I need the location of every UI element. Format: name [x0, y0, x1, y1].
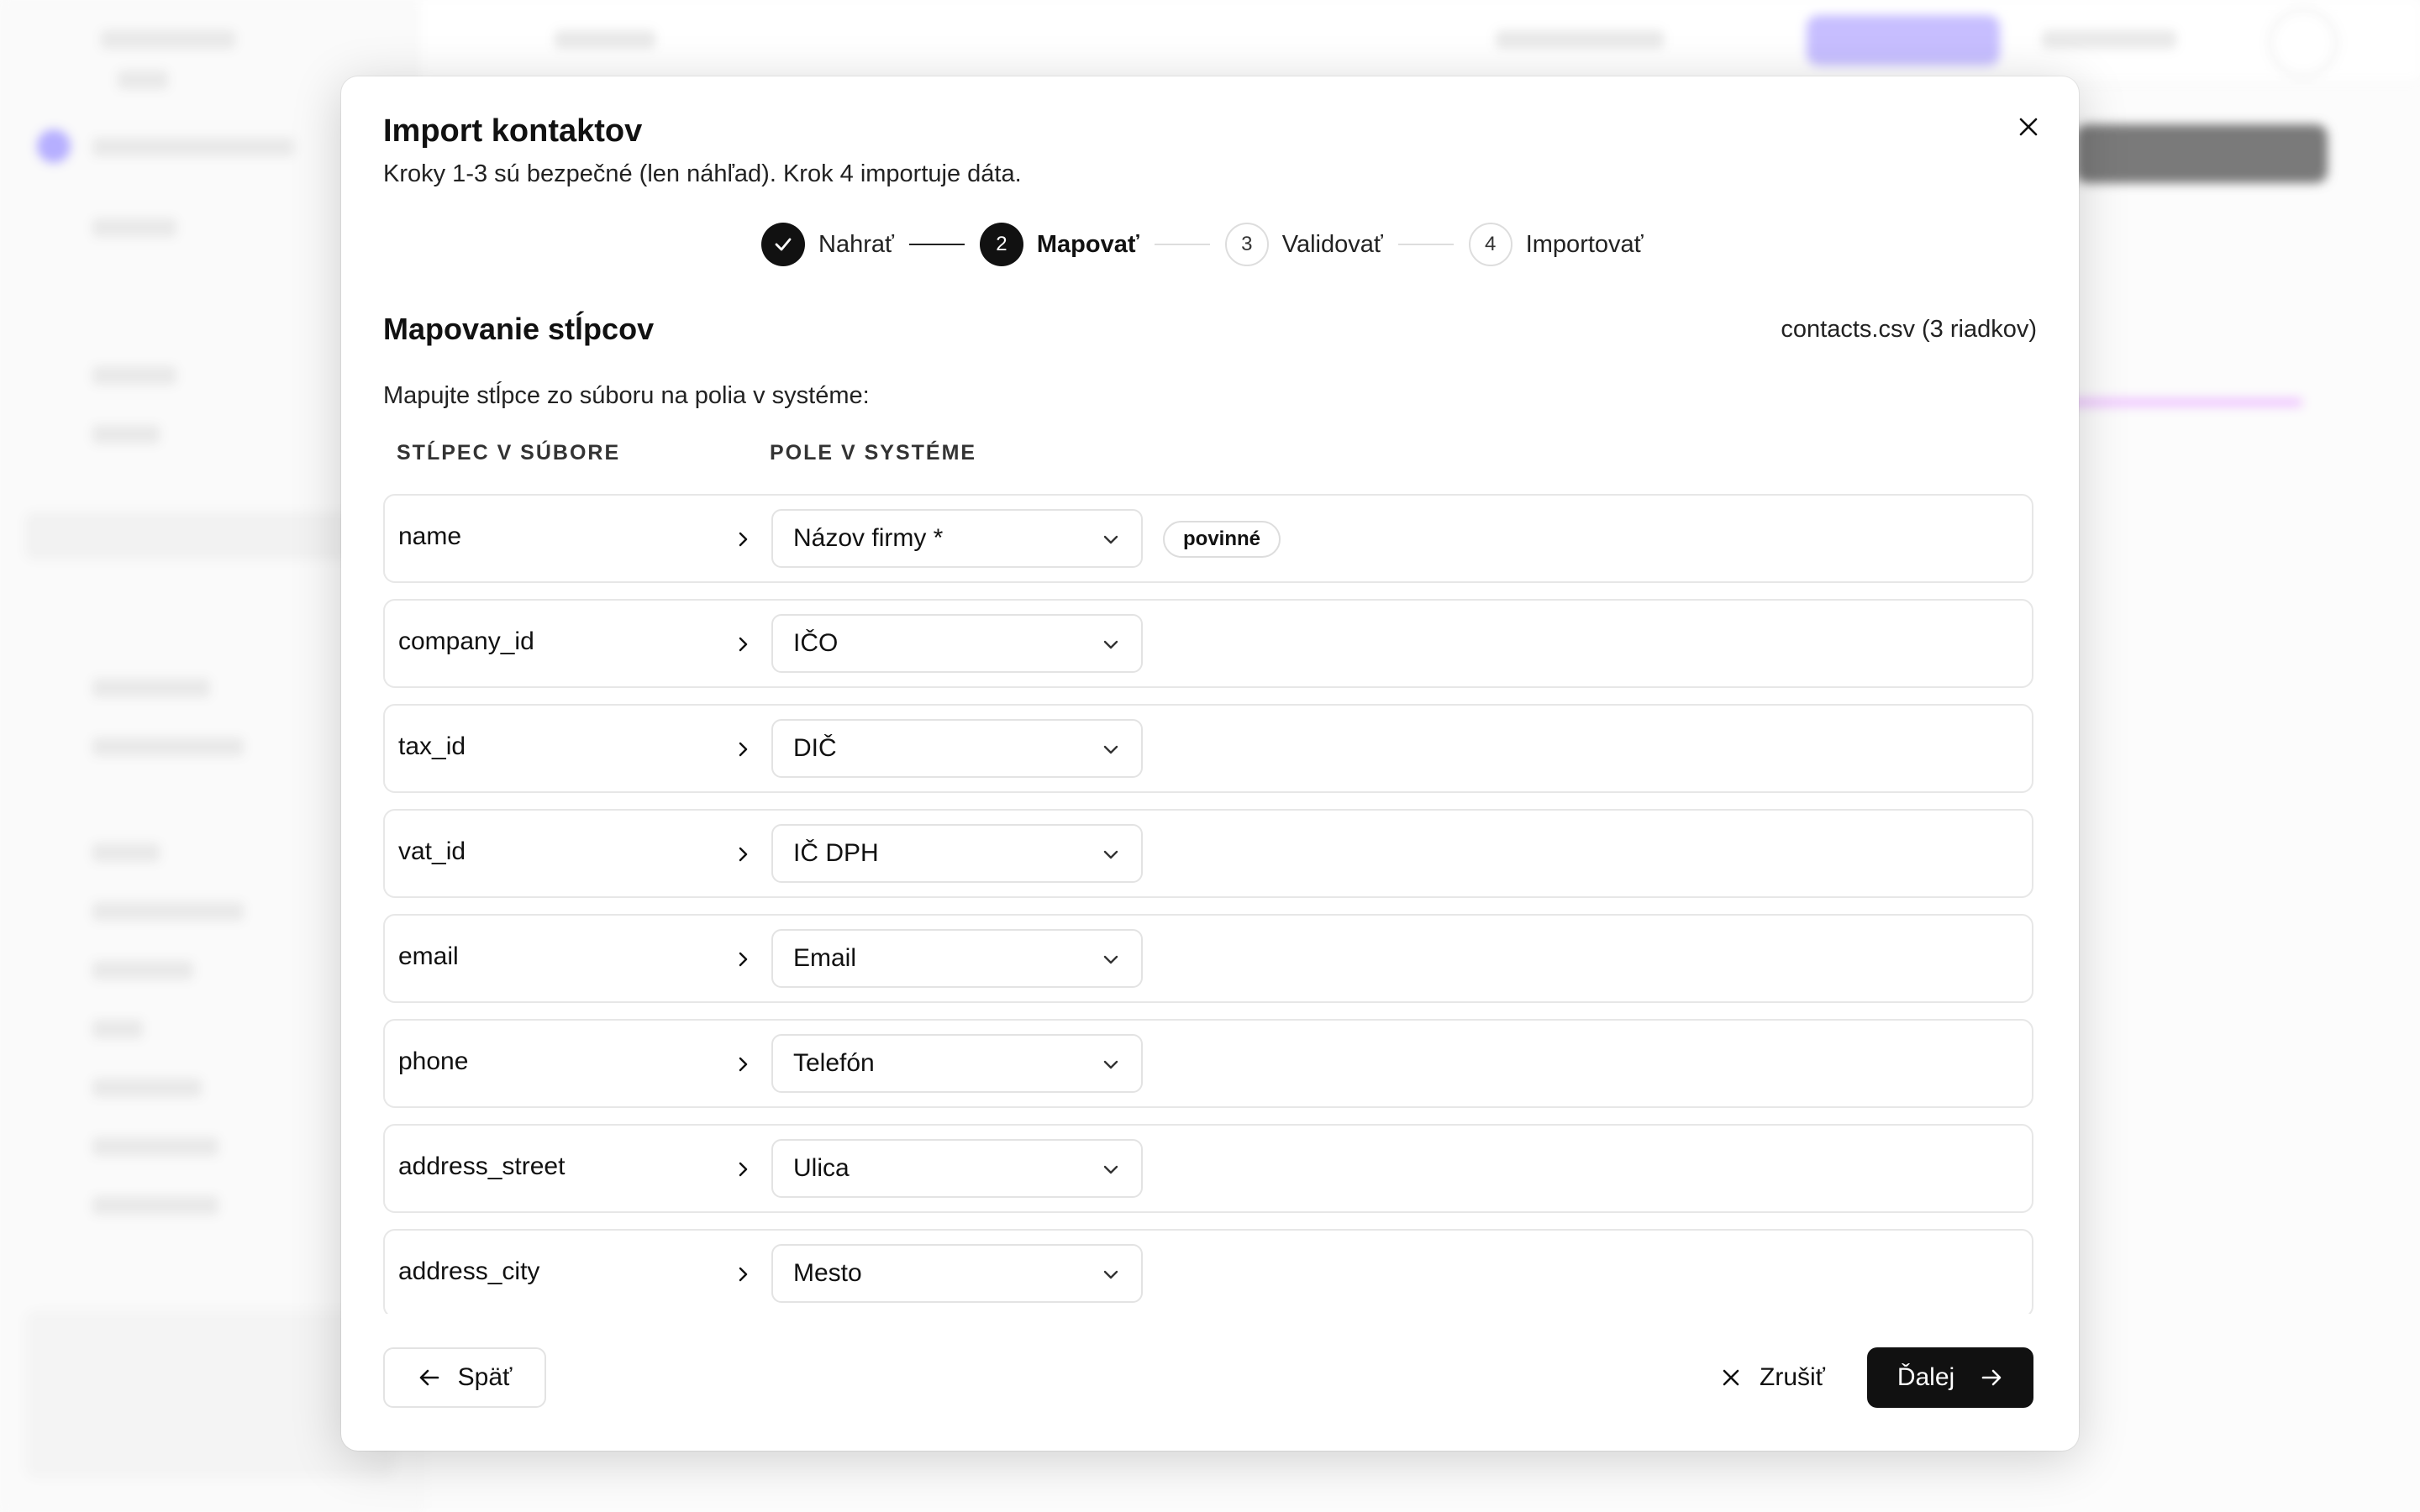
mapping-list[interactable]: name Názov firmy * povinné company_id IČ… — [383, 494, 2033, 1314]
step-divider — [1154, 244, 1210, 245]
close-button[interactable] — [2012, 110, 2045, 144]
arrow-right-icon — [1981, 1369, 2002, 1386]
modal-title: Import kontaktov — [383, 113, 643, 149]
select-value: IČ DPH — [793, 839, 879, 867]
select-value: Mesto — [793, 1259, 862, 1287]
step-label: Mapovať — [1036, 230, 1139, 258]
source-column-name: email — [398, 942, 459, 970]
chevron-down-icon — [1103, 1060, 1118, 1069]
close-icon — [2019, 118, 2038, 136]
check-icon — [775, 238, 792, 251]
next-button-label: Ďalej — [1897, 1363, 1955, 1391]
step-divider — [1397, 244, 1454, 245]
target-field-select[interactable]: IČO — [771, 614, 1143, 673]
select-value: Telefón — [793, 1049, 875, 1077]
step-label: Validovať — [1281, 230, 1383, 258]
mapping-row: company_id IČO — [383, 599, 2033, 688]
step-label: Nahrať — [818, 230, 894, 258]
source-column-name: name — [398, 522, 462, 550]
step-divider — [908, 244, 965, 245]
mapping-row: tax_id DIČ — [383, 704, 2033, 793]
required-badge: povinné — [1163, 521, 1281, 558]
target-field-select[interactable]: Telefón — [771, 1034, 1143, 1093]
stepper: Nahrať 2 Mapovať 3 Validovať 4 Importova… — [761, 219, 1644, 270]
step-upload: Nahrať — [761, 223, 894, 266]
source-column-name: address_street — [398, 1152, 566, 1180]
chevron-right-icon — [729, 526, 756, 553]
step-map: 2 Mapovať — [979, 223, 1139, 266]
select-value: Ulica — [793, 1154, 850, 1182]
chevron-down-icon — [1103, 1270, 1118, 1279]
mapping-row: email Email — [383, 914, 2033, 1003]
step-number: 4 — [1468, 223, 1512, 266]
chevron-down-icon — [1103, 535, 1118, 544]
chevron-right-icon — [729, 1261, 756, 1288]
mapping-row: name Názov firmy * povinné — [383, 494, 2033, 583]
chevron-down-icon — [1103, 850, 1118, 859]
target-field-select[interactable]: Mesto — [771, 1244, 1143, 1303]
step-number: 2 — [979, 223, 1023, 266]
mapping-row: address_street Ulica — [383, 1124, 2033, 1213]
step-done-circle — [761, 223, 805, 266]
modal-subtitle: Kroky 1-3 sú bezpečné (len náhľad). Krok… — [383, 160, 1022, 187]
select-value: IČO — [793, 629, 839, 657]
target-field-select[interactable]: IČ DPH — [771, 824, 1143, 883]
chevron-down-icon — [1103, 1165, 1118, 1174]
chevron-down-icon — [1103, 955, 1118, 964]
step-import: 4 Importovať — [1468, 223, 1644, 266]
file-info: contacts.csv (3 riadkov) — [1781, 316, 2037, 343]
target-field-select[interactable]: DIČ — [771, 719, 1143, 778]
arrow-left-icon — [419, 1369, 439, 1386]
back-button-label: Späť — [457, 1363, 513, 1391]
cancel-button[interactable]: Zrušiť — [1704, 1347, 1842, 1408]
chevron-right-icon — [729, 946, 756, 973]
source-column-name: tax_id — [398, 732, 466, 760]
mapping-row: phone Telefón — [383, 1019, 2033, 1108]
chevron-right-icon — [729, 1156, 756, 1183]
chevron-right-icon — [729, 841, 756, 868]
select-value: Email — [793, 944, 857, 972]
source-column-name: company_id — [398, 627, 534, 655]
target-field-select[interactable]: Email — [771, 929, 1143, 988]
target-field-select[interactable]: Názov firmy * — [771, 509, 1143, 568]
next-button[interactable]: Ďalej — [1867, 1347, 2033, 1408]
chevron-right-icon — [729, 631, 756, 658]
source-column-name: address_city — [398, 1257, 540, 1285]
section-title: Mapovanie stĺpcov — [383, 312, 655, 346]
chevron-down-icon — [1103, 745, 1118, 754]
source-column-name: vat_id — [398, 837, 466, 865]
select-value: DIČ — [793, 734, 837, 762]
back-button[interactable]: Späť — [383, 1347, 546, 1408]
step-validate: 3 Validovať — [1224, 223, 1383, 266]
column-header-target: POLE V SYSTÉME — [770, 441, 977, 465]
import-contacts-modal: Import kontaktov Kroky 1-3 sú bezpečné (… — [341, 76, 2079, 1451]
select-value: Názov firmy * — [793, 524, 944, 552]
chevron-right-icon — [729, 1051, 756, 1078]
mapping-row: vat_id IČ DPH — [383, 809, 2033, 898]
column-header-source: STĹPEC V SÚBORE — [397, 441, 621, 465]
mapping-row: address_city Mesto — [383, 1229, 2033, 1314]
cancel-button-label: Zrušiť — [1760, 1363, 1825, 1391]
chevron-down-icon — [1103, 640, 1118, 649]
source-column-name: phone — [398, 1047, 469, 1075]
step-number: 3 — [1224, 223, 1269, 266]
close-icon — [1723, 1369, 1739, 1386]
step-label: Importovať — [1525, 230, 1644, 258]
mapping-instruction: Mapujte stĺpce zo súboru na polia v syst… — [383, 382, 870, 409]
target-field-select[interactable]: Ulica — [771, 1139, 1143, 1198]
chevron-right-icon — [729, 736, 756, 763]
